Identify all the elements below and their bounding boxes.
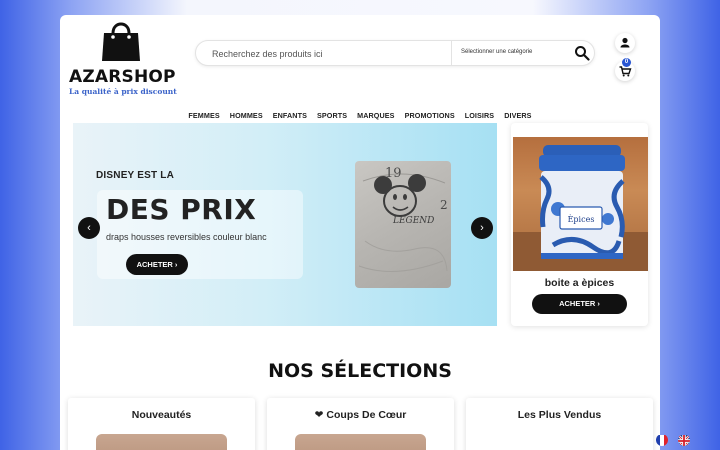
hero-product-image[interactable]: 19 2 LEGEND xyxy=(355,161,451,288)
selection-card-favorites[interactable]: ❤ Coups De Cœur xyxy=(267,398,454,450)
search-bar: Sélectionner une catégorie xyxy=(195,40,595,66)
svg-text:2: 2 xyxy=(440,198,448,212)
category-select[interactable]: Sélectionner une catégorie xyxy=(461,49,532,55)
page-container: AZARSHOP La qualité à prix discount Séle… xyxy=(60,15,660,450)
brand-tagline: La qualité à prix discount xyxy=(69,87,177,96)
section-title: NOS SÉLECTIONS xyxy=(268,360,452,382)
cart-count-badge: 0 xyxy=(622,58,631,67)
hero-slider: DISNEY EST LA DES PRIX draps housses rev… xyxy=(73,123,497,326)
search-divider xyxy=(451,41,452,65)
heart-icon: ❤ xyxy=(314,409,324,421)
hero-title: DES PRIX xyxy=(106,193,257,226)
brand-name: AZARSHOP xyxy=(69,67,176,87)
selection-card-new[interactable]: Nouveautés xyxy=(68,398,255,450)
nav-item-femmes[interactable]: FEMMES xyxy=(188,111,219,120)
nav-item-marques[interactable]: MARQUES xyxy=(357,111,394,120)
slider-next-button[interactable]: › xyxy=(471,217,493,239)
search-icon[interactable] xyxy=(574,45,590,61)
selection-label: Nouveautés xyxy=(131,409,192,421)
nav-item-hommes[interactable]: HOMMES xyxy=(230,111,263,120)
nav-item-sports[interactable]: SPORTS xyxy=(317,111,347,120)
en-flag-graphic xyxy=(678,434,690,446)
fr-flag-icon[interactable] xyxy=(656,434,668,446)
main-nav: FEMMES HOMMES ENFANTS SPORTS MARQUES PROMOTIO… xyxy=(60,105,660,121)
shopping-bag-icon xyxy=(102,22,140,61)
nav-item-enfants[interactable]: ENFANTS xyxy=(273,111,307,120)
selection-card-title: Les Plus Vendus xyxy=(466,409,653,421)
selection-card-title: ❤ Coups De Cœur xyxy=(267,409,454,421)
selection-label: Coups De Cœur xyxy=(326,409,407,421)
user-account-button[interactable] xyxy=(615,33,635,53)
nav-item-loisirs[interactable]: LOISIRS xyxy=(465,111,494,120)
spice-tin-graphic: Èpices xyxy=(513,145,648,271)
user-icon xyxy=(620,37,630,48)
selection-thumbnail[interactable] xyxy=(96,434,227,450)
fr-flag-graphic xyxy=(656,435,668,446)
selection-card-title: Nouveautés xyxy=(68,409,255,421)
hero-kicker: DISNEY EST LA xyxy=(96,170,174,181)
svg-text:LEGEND: LEGEND xyxy=(392,216,434,226)
search-input[interactable] xyxy=(212,48,442,60)
promo-product-name: boite a èpices xyxy=(544,277,615,289)
nav-item-divers[interactable]: DIVERS xyxy=(504,111,531,120)
hero-buy-button[interactable]: ACHETER › xyxy=(126,254,188,275)
slider-prev-button[interactable]: ‹ xyxy=(78,217,100,239)
promo-product-image[interactable]: Èpices xyxy=(513,137,648,271)
promo-buy-button[interactable]: ACHETER › xyxy=(532,294,627,314)
logo[interactable]: AZARSHOP La qualité à prix discount xyxy=(68,17,177,97)
mickey-shirt-graphic: 19 2 LEGEND xyxy=(358,166,448,272)
en-flag-icon[interactable] xyxy=(678,434,690,446)
nav-item-promotions[interactable]: PROMOTIONS xyxy=(405,111,455,120)
tin-label-text: Èpices xyxy=(568,215,595,224)
hero-subtitle: draps housses reversibles couleur blanc xyxy=(106,232,267,242)
selection-thumbnail[interactable] xyxy=(295,434,426,450)
selection-card-bestsellers[interactable]: Les Plus Vendus xyxy=(466,398,653,450)
selection-label: Les Plus Vendus xyxy=(517,409,602,421)
promo-card: Èpices boite a èpices ACHETER › xyxy=(511,123,648,326)
